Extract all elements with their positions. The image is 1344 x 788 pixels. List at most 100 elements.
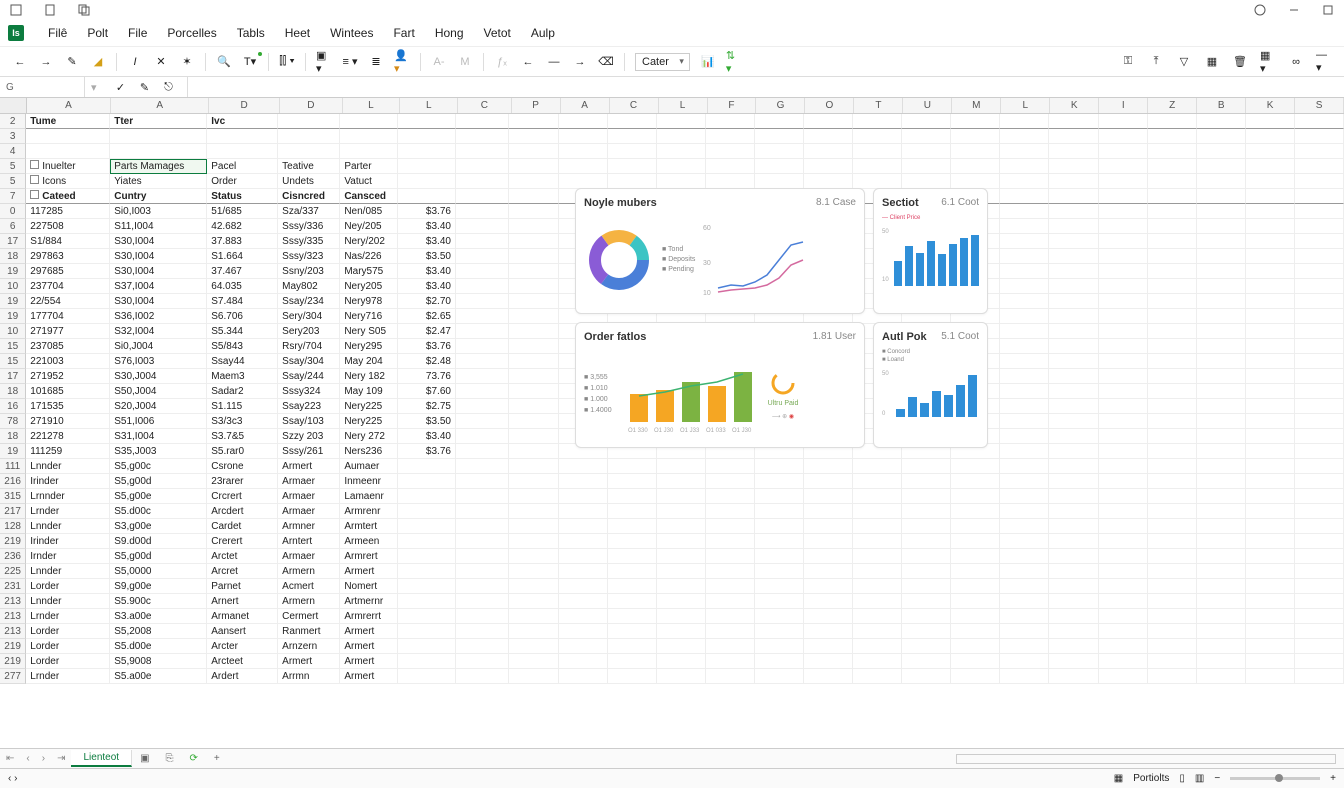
row-header[interactable]: 17: [0, 234, 26, 249]
cell[interactable]: [657, 519, 706, 534]
row-header[interactable]: 3: [0, 129, 26, 144]
cell[interactable]: [657, 564, 706, 579]
cell[interactable]: [902, 639, 951, 654]
table-icon[interactable]: ▦: [1204, 54, 1220, 70]
cell[interactable]: Armaer: [278, 549, 340, 564]
cell[interactable]: [657, 489, 706, 504]
cell[interactable]: S35,J003: [110, 444, 207, 459]
cell[interactable]: [1049, 519, 1098, 534]
cell[interactable]: [1000, 549, 1049, 564]
highlight-icon[interactable]: ◢: [90, 54, 106, 70]
cell[interactable]: S5,g00c: [110, 459, 207, 474]
cell[interactable]: [1000, 114, 1049, 129]
cell[interactable]: [804, 489, 853, 504]
user-icon[interactable]: [1252, 2, 1268, 18]
tab-sheet3-icon[interactable]: ⎘: [158, 753, 182, 764]
cell[interactable]: [1246, 654, 1295, 669]
menu-filê[interactable]: Filê: [38, 22, 77, 44]
cell[interactable]: [559, 489, 608, 504]
cell[interactable]: [26, 129, 110, 144]
cell[interactable]: [1049, 354, 1098, 369]
cell[interactable]: [559, 159, 608, 174]
back-icon[interactable]: ←: [12, 54, 28, 70]
row-header[interactable]: 18: [0, 384, 26, 399]
cell[interactable]: [1000, 354, 1049, 369]
sb-next-icon[interactable]: ›: [14, 773, 17, 784]
col-header[interactable]: U: [903, 98, 952, 113]
cell[interactable]: S51,I006: [110, 414, 207, 429]
cell[interactable]: [951, 174, 1000, 189]
minimize-icon[interactable]: [1286, 2, 1302, 18]
cell[interactable]: Crerert: [207, 534, 278, 549]
cell[interactable]: [951, 639, 1000, 654]
cell[interactable]: Ssay/304: [278, 354, 340, 369]
cell[interactable]: Armrenr: [340, 504, 398, 519]
cell[interactable]: S31,I004: [110, 429, 207, 444]
row-header[interactable]: 10: [0, 279, 26, 294]
cell[interactable]: [1000, 624, 1049, 639]
cell[interactable]: [1049, 399, 1098, 414]
cell[interactable]: $3.40: [398, 234, 456, 249]
cell[interactable]: [509, 414, 558, 429]
cell[interactable]: [456, 624, 509, 639]
fb-cancel-icon[interactable]: ✓: [113, 79, 129, 95]
cell[interactable]: [456, 609, 509, 624]
row-header[interactable]: 18: [0, 249, 26, 264]
cell[interactable]: [509, 189, 558, 204]
hscroll[interactable]: [956, 754, 1336, 764]
cell[interactable]: [1099, 414, 1148, 429]
cell[interactable]: [278, 129, 340, 144]
cell[interactable]: Arcdert: [207, 504, 278, 519]
cell[interactable]: [1197, 519, 1246, 534]
cell[interactable]: [509, 234, 558, 249]
cell[interactable]: $3.40: [398, 429, 456, 444]
cell[interactable]: [398, 564, 456, 579]
cell[interactable]: [509, 294, 558, 309]
cell[interactable]: [1049, 504, 1098, 519]
cell[interactable]: Cuntry: [110, 189, 207, 204]
cell[interactable]: Armrert: [340, 549, 398, 564]
cell[interactable]: Lrnder: [26, 504, 110, 519]
cell[interactable]: [1000, 459, 1049, 474]
cell[interactable]: [559, 504, 608, 519]
menu-fart[interactable]: Fart: [383, 22, 424, 44]
cell[interactable]: [853, 594, 902, 609]
cell[interactable]: [1295, 174, 1344, 189]
cell[interactable]: Ardert: [207, 669, 278, 684]
cell[interactable]: [1000, 534, 1049, 549]
cell[interactable]: [1148, 624, 1197, 639]
cell[interactable]: [1197, 489, 1246, 504]
cell[interactable]: [1148, 519, 1197, 534]
cell[interactable]: Ners236: [340, 444, 398, 459]
col-header[interactable]: D: [280, 98, 342, 113]
cell[interactable]: [1049, 414, 1098, 429]
cell[interactable]: 221003: [26, 354, 110, 369]
cell[interactable]: [804, 624, 853, 639]
cell[interactable]: [755, 579, 804, 594]
cell[interactable]: [509, 594, 558, 609]
search-icon[interactable]: 🔍: [216, 54, 232, 70]
cell[interactable]: [1246, 444, 1295, 459]
border-icon[interactable]: ▣ ▾: [316, 54, 332, 70]
cell[interactable]: S20,J004: [110, 399, 207, 414]
col-header[interactable]: S: [1295, 98, 1344, 113]
row-header[interactable]: 0: [0, 204, 26, 219]
cell[interactable]: [456, 339, 509, 354]
cell[interactable]: [398, 519, 456, 534]
cell[interactable]: Nas/226: [340, 249, 398, 264]
cell[interactable]: [398, 669, 456, 684]
cell[interactable]: [509, 339, 558, 354]
cell[interactable]: [608, 129, 657, 144]
cell[interactable]: [509, 249, 558, 264]
cell[interactable]: Armanet: [207, 609, 278, 624]
cell[interactable]: [1099, 219, 1148, 234]
cell[interactable]: [1295, 234, 1344, 249]
cell[interactable]: [456, 549, 509, 564]
cell[interactable]: Nery205: [340, 279, 398, 294]
cell[interactable]: [456, 279, 509, 294]
cell[interactable]: [1246, 594, 1295, 609]
cell[interactable]: 297863: [26, 249, 110, 264]
cell[interactable]: [608, 624, 657, 639]
cell[interactable]: Nery295: [340, 339, 398, 354]
cell[interactable]: [902, 624, 951, 639]
